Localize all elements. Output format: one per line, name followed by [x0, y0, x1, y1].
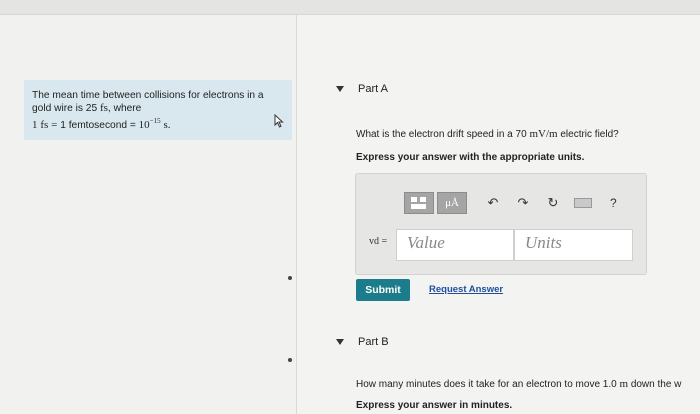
top-strip [0, 0, 700, 15]
variable-label: vd = [369, 236, 388, 247]
part-a-header[interactable]: Part A [336, 80, 388, 98]
problem-text: gold wire is 25 [32, 103, 98, 114]
part-a-instruction: Express your answer with the appropriate… [356, 152, 585, 163]
part-a-question: What is the electron drift speed in a 70… [356, 128, 619, 140]
question-text: electric field? [560, 129, 619, 140]
question-text: How many minutes does it take for an ele… [356, 379, 617, 390]
help-button[interactable]: ? [610, 196, 617, 210]
problem-number: 10 [138, 119, 150, 131]
reset-icon[interactable]: ↻ [546, 195, 560, 211]
question-unit: mV/m [529, 128, 558, 140]
part-b-label: Part B [358, 336, 389, 348]
problem-statement: The mean time between collisions for ele… [24, 80, 292, 140]
keyboard-icon[interactable] [574, 198, 592, 208]
problem-line-2: gold wire is 25 fs, where [32, 102, 284, 115]
problem-unit: fs [99, 102, 108, 114]
dot-marker [288, 276, 292, 280]
question-unit: m [619, 378, 629, 390]
hand-cursor-icon [274, 114, 284, 128]
math-toolbar: μÅ ↶ ↷ ↻ ? [404, 191, 617, 215]
problem-unit: fs [40, 119, 49, 131]
problem-text: , where [107, 103, 142, 114]
request-answer-link[interactable]: Request Answer [429, 284, 503, 295]
part-b-header[interactable]: Part B [336, 333, 389, 351]
left-pane [0, 15, 297, 414]
value-input[interactable]: Value [396, 229, 514, 261]
dot-marker [288, 358, 292, 362]
part-b-instruction: Express your answer in minutes. [356, 400, 513, 411]
part-a-label: Part A [358, 83, 388, 95]
part-b-question: How many minutes does it take for an ele… [356, 378, 681, 390]
redo-arrow-icon[interactable]: ↷ [516, 195, 530, 211]
problem-equals: = [51, 119, 58, 131]
problem-unit: s. [163, 119, 171, 131]
question-text: down the w [630, 379, 682, 390]
templates-button[interactable] [404, 192, 434, 214]
problem-line-1: The mean time between collisions for ele… [32, 90, 264, 101]
undo-arrow-icon[interactable]: ↶ [486, 195, 500, 211]
collapse-triangle-icon[interactable] [336, 86, 344, 92]
problem-line-3: 1 fs = 1 femtosecond = 10−15 s. [32, 115, 284, 132]
problem-number: 1 [32, 119, 38, 131]
question-text: What is the electron drift speed in a 70 [356, 129, 527, 140]
submit-button[interactable]: Submit [356, 279, 410, 301]
problem-exponent: −15 [149, 117, 161, 125]
units-input[interactable]: Units [514, 229, 633, 261]
collapse-triangle-icon[interactable] [336, 339, 344, 345]
templates-icon [411, 197, 426, 209]
problem-text: 1 femtosecond = [60, 120, 136, 131]
greek-symbols-button[interactable]: μÅ [437, 192, 467, 214]
